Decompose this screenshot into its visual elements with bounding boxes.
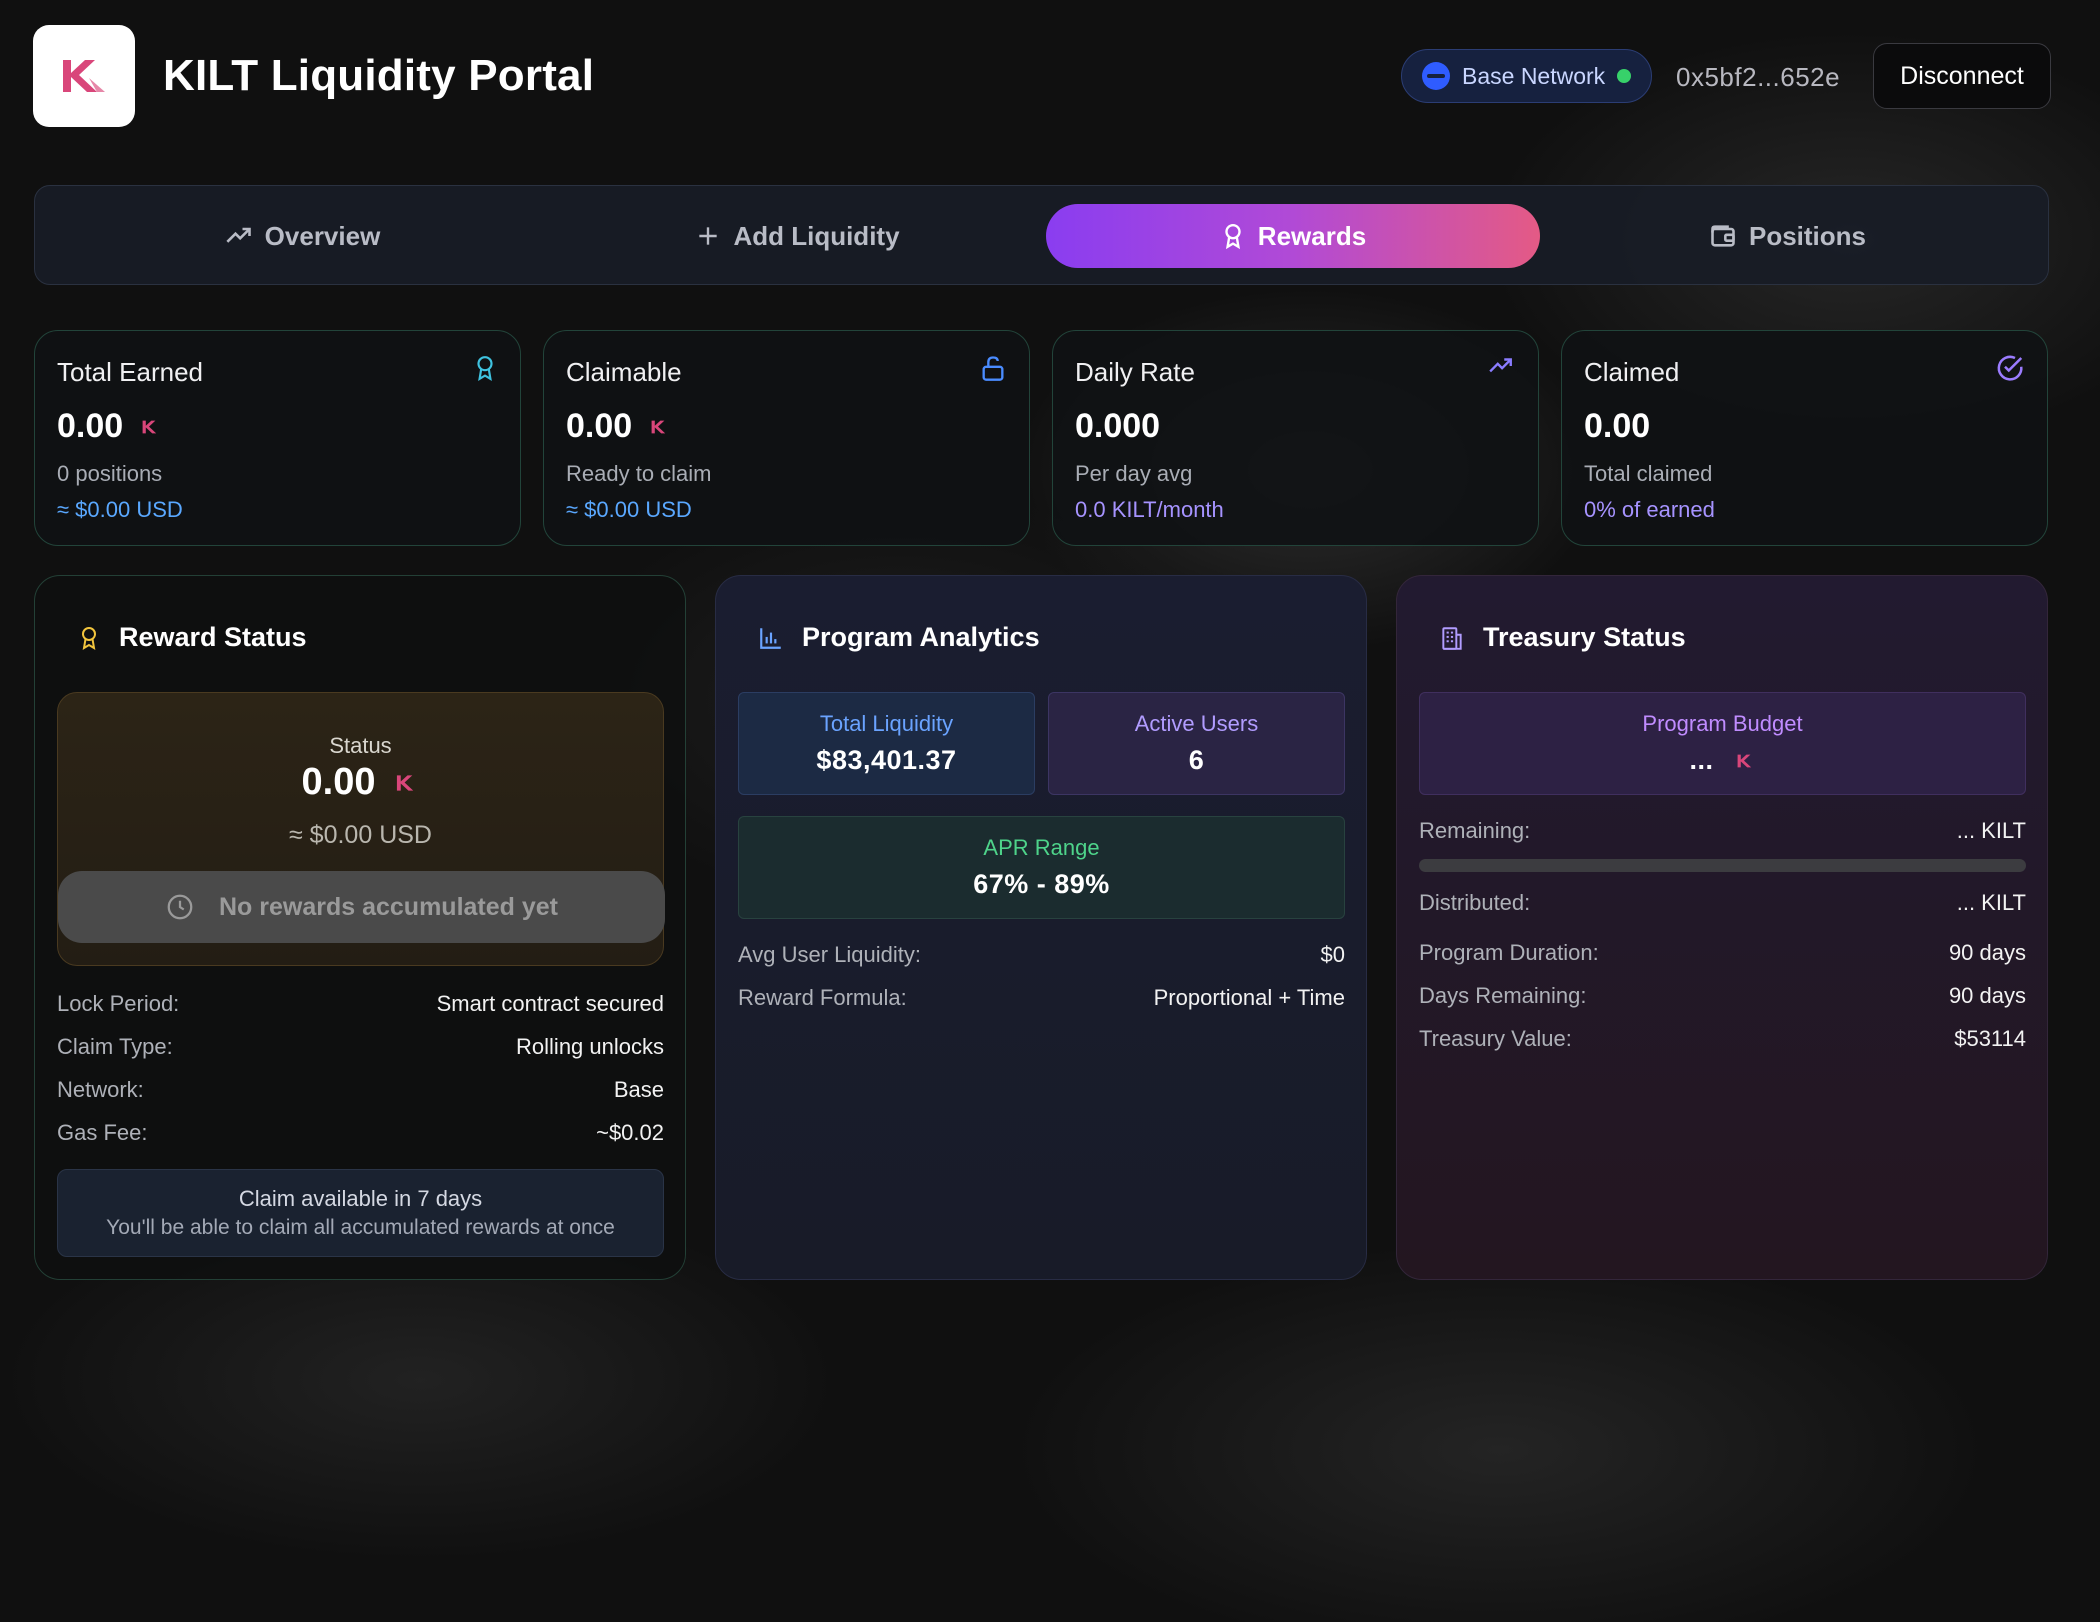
award-icon [1225,223,1241,250]
trending-up-icon [226,227,251,243]
unlock-icon [982,356,1004,381]
tab-rewards[interactable]: Rewards [1046,204,1540,268]
kilt-token-icon [1737,754,1751,767]
metric-value: ... [1420,745,2025,776]
clock-icon [167,894,193,920]
check-circle-icon [1997,355,2023,381]
stat-subtitle: Per day avg [1075,461,1193,486]
status-value: 0.00 [58,761,663,804]
panel-title: Reward Status [119,622,307,652]
detail-row-gas-fee: Gas Fee: ~$0.02 [57,1120,664,1145]
kilt-token-icon [142,420,157,433]
tab-positions[interactable]: Positions [1540,204,2035,268]
tab-add-liquidity[interactable]: Add Liquidity [550,204,1045,268]
stat-value: 0.000 [1075,407,1161,445]
stat-monthly-rate: 0.0 KILT/month [1075,497,1224,522]
wallet-address[interactable]: 0x5bf2...652e [1676,62,1840,93]
building-icon [1442,626,1462,650]
network-status-dot [1617,69,1632,83]
plus-icon [699,227,718,245]
trending-up-icon [1489,358,1512,373]
status-label: Status [329,733,392,758]
stat-value: 0.00 [566,407,670,446]
metric-label: Active Users [1134,711,1259,736]
stat-usd: ≈ $0.00 USD [566,497,692,522]
stat-subtitle: 0 positions [57,461,163,486]
stat-title: Claimable [566,357,682,387]
claim-availability-note: Claim available in 7 days You'll be able… [57,1169,664,1257]
stat-percent-earned: 0% of earned [1584,497,1715,522]
bar-chart-icon [760,627,781,649]
award-icon [82,626,96,650]
panel-header: Treasury Status [1439,622,1686,653]
metric-value: 67% - 89% [973,869,1110,899]
wallet-icon [1711,225,1735,247]
base-network-icon [1422,62,1450,90]
detail-row-distributed: Distributed: ... KILT [1419,890,2026,915]
panel-header: Reward Status [77,622,307,653]
panel-title: Program Analytics [802,622,1040,652]
note-title: Claim available in 7 days [238,1186,483,1211]
main-tabs: Overview Add Liquidity Rewards Positions [34,185,2049,285]
stat-subtitle: Total claimed [1584,461,1713,486]
stat-title: Total Earned [57,357,203,387]
stat-value: 0.00 [1584,407,1651,445]
detail-row-claim-type: Claim Type: Rolling unlocks [57,1034,664,1059]
detail-row-program-duration: Program Duration: 90 days [1419,940,2026,965]
award-icon [477,356,493,381]
detail-row-treasury-value: Treasury Value: $53114 [1419,1026,2026,1051]
stat-card-claimable: Claimable 0.00 Ready to claim ≈ $0.00 US… [543,330,1030,546]
stat-subtitle: Ready to claim [566,461,712,486]
stat-card-total-earned: Total Earned 0.00 0 positions ≈ $0.00 US… [34,330,521,546]
panel-title: Treasury Status [1483,622,1686,652]
program-budget-metric: Program Budget ... [1419,692,2026,795]
stat-title: Daily Rate [1075,357,1195,387]
metric-value: 6 [1188,745,1205,775]
stat-card-daily-rate: Daily Rate 0.000 Per day avg 0.0 KILT/mo… [1052,330,1539,546]
status-usd: ≈ $0.00 USD [289,821,432,849]
stat-value: 0.00 [57,407,161,446]
note-subtitle: You'll be able to claim all accumulated … [106,1216,615,1239]
kilt-token-icon [651,420,666,433]
tab-label: Positions [1748,220,1866,251]
stat-usd: ≈ $0.00 USD [57,497,183,522]
metric-label: Program Budget [1642,711,1803,736]
stat-title: Claimed [1584,357,1680,387]
stat-card-claimed: Claimed 0.00 Total claimed 0% of earned [1561,330,2048,546]
treasury-status-panel: Treasury Status Program Budget ... Remai… [1396,575,2048,1280]
detail-row-network: Network: Base [57,1077,664,1102]
tab-label: Rewards [1257,220,1367,251]
detail-row-avg-user-liquidity: Avg User Liquidity: $0 [738,942,1345,967]
disconnect-button[interactable]: Disconnect [1873,43,2051,109]
metric-label: APR Range [983,835,1100,860]
tab-overview[interactable]: Overview [55,204,550,268]
total-liquidity-metric: Total Liquidity $83,401.37 [738,692,1035,795]
app-header: KILT Liquidity Portal Base Network 0x5bf… [33,25,2051,128]
status-box: Status 0.00 ≈ $0.00 USD No rewards accum… [57,692,665,966]
claim-rewards-button[interactable]: No rewards accumulated yet [58,871,665,943]
metric-value: $83,401.37 [816,745,957,775]
kilt-logo-icon[interactable] [33,25,135,127]
tab-label: Overview [264,220,381,251]
active-users-metric: Active Users 6 [1048,692,1345,795]
kilt-token-icon [397,774,414,791]
remaining-progress-bar [1419,859,2026,872]
metric-label: Total Liquidity [819,711,954,736]
program-analytics-panel: Program Analytics Total Liquidity $83,40… [715,575,1367,1280]
reward-status-panel: Reward Status Status 0.00 ≈ $0.00 USD No… [34,575,686,1280]
apr-range-metric: APR Range 67% - 89% [738,816,1345,919]
claim-button-label: No rewards accumulated yet [218,892,558,921]
network-selector[interactable]: Base Network [1401,49,1653,103]
detail-row-reward-formula: Reward Formula: Proportional + Time [738,985,1345,1010]
panel-header: Program Analytics [758,622,1040,653]
detail-row-remaining: Remaining: ... KILT [1419,818,2026,843]
network-label: Base Network [1462,62,1606,89]
app-title: KILT Liquidity Portal [163,51,595,100]
detail-row-lock-period: Lock Period: Smart contract secured [57,991,664,1016]
tab-label: Add Liquidity [733,220,900,251]
detail-row-days-remaining: Days Remaining: 90 days [1419,983,2026,1008]
